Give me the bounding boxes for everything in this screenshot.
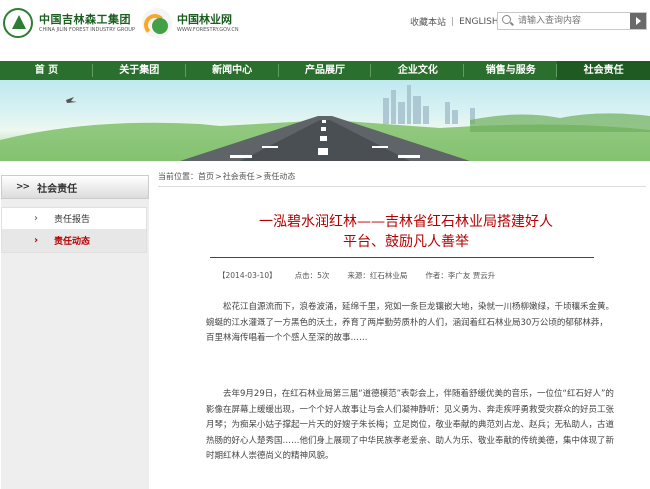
link-separator: | — [451, 16, 455, 27]
sidebar-item-label: 责任动态 — [54, 237, 91, 247]
breadcrumb-section[interactable]: 社会责任 — [223, 172, 255, 181]
main-nav: 首 页 关于集团 新闻中心 产品展厅 企业文化 销售与服务 社会责任 — [0, 61, 650, 80]
group-logo[interactable]: 中国吉林森工集团 CHINA JILIN FOREST INDUSTRY GRO… — [3, 8, 135, 38]
search-icon — [501, 14, 515, 28]
sidebar: >> 社会责任 › 责任报告 › 责任动态 — [1, 175, 149, 489]
chevron-right-icon: › — [34, 235, 39, 246]
article-clicks: 点击：5次 — [294, 271, 330, 280]
sidebar-item-report[interactable]: › 责任报告 — [2, 208, 146, 230]
banner-illustration — [0, 85, 650, 161]
english-link[interactable]: ENGLISH — [459, 17, 499, 27]
article-date: 【2014-03-10】 — [218, 271, 277, 280]
article-meta: 【2014-03-10】 点击：5次 来源：红石林业局 作者：李广友 贾云升 — [218, 270, 618, 281]
breadcrumb-separator: > — [215, 172, 222, 181]
article-title-line1: 一泓碧水润红林——吉林省红石林业局搭建好人 — [259, 214, 553, 230]
top-links: 收藏本站 | ENGLISH — [410, 15, 499, 29]
nav-products[interactable]: 产品展厅 — [279, 61, 372, 80]
article-title: 一泓碧水润红林——吉林省红石林业局搭建好人 平台、鼓励凡人善举 — [206, 212, 606, 252]
article-paragraph: 去年9月29日，在红石林业局第三届“道德模范”表彰会上，伴随着舒缓优美的音乐，一… — [206, 389, 615, 461]
chevron-right-icon: › — [34, 213, 38, 224]
search-button[interactable] — [630, 13, 646, 29]
title-divider — [210, 257, 594, 258]
article-source: 来源：红石林业局 — [347, 271, 408, 280]
breadcrumb-current[interactable]: 责任动态 — [263, 172, 295, 181]
forestry-logo-icon — [142, 8, 172, 38]
logo-chinese-name: 中国吉林森工集团 — [39, 12, 131, 26]
sidebar-title: >> 社会责任 — [1, 175, 149, 199]
logo-english-name: CHINA JILIN FOREST INDUSTRY GROUP — [39, 26, 135, 33]
nav-about[interactable]: 关于集团 — [93, 61, 186, 80]
site-header: 中国吉林森工集团 CHINA JILIN FOREST INDUSTRY GRO… — [0, 0, 650, 60]
breadcrumb-prefix: 当前位置： — [158, 172, 198, 181]
article-paragraph: 松花江自源流而下，浪卷波涌，延绵千里，宛如一条巨龙镶嵌大地，染就一川杨柳嫩绿，千… — [206, 302, 615, 343]
breadcrumb-home[interactable]: 首页 — [198, 172, 214, 181]
sidebar-item-label: 责任报告 — [54, 215, 91, 225]
search-input[interactable] — [515, 14, 628, 28]
breadcrumb-separator: > — [255, 172, 263, 181]
nav-sales-service[interactable]: 销售与服务 — [464, 61, 558, 80]
hero-banner — [0, 80, 650, 161]
bookmark-link[interactable]: 收藏本站 — [410, 15, 446, 28]
sidebar-title-text: 社会责任 — [37, 183, 78, 195]
nav-news[interactable]: 新闻中心 — [186, 61, 279, 80]
sidebar-item-news[interactable]: › 责任动态 — [2, 230, 146, 252]
article-author: 作者：李广友 贾云升 — [425, 271, 496, 280]
search-box — [497, 12, 647, 30]
forestry-site-logo[interactable]: 中国林业网 WWW.FORESTRY.GOV.CN — [142, 8, 239, 38]
nav-home[interactable]: 首 页 — [0, 61, 93, 80]
nav-social-responsibility[interactable]: 社会责任 — [557, 61, 650, 80]
breadcrumb: 当前位置：首页>社会责任>责任动态 — [158, 171, 295, 182]
sidebar-menu: › 责任报告 › 责任动态 — [1, 207, 147, 253]
forestry-logo-name: 中国林业网 — [177, 12, 232, 26]
tree-logo-icon — [3, 8, 33, 38]
forestry-logo-url: WWW.FORESTRY.GOV.CN — [177, 26, 239, 33]
nav-culture[interactable]: 企业文化 — [371, 61, 465, 80]
double-chevron-icon: >> — [16, 182, 30, 192]
article-title-line2: 平台、鼓励凡人善举 — [343, 234, 469, 250]
breadcrumb-divider — [158, 186, 646, 187]
